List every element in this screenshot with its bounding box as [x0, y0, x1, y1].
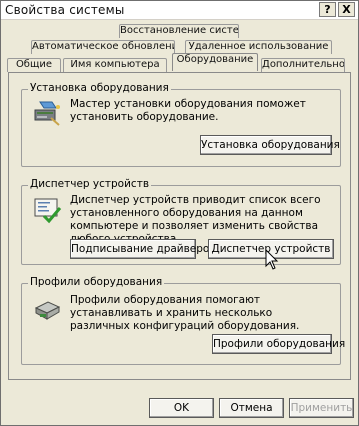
hardware-profiles-icon	[34, 301, 61, 320]
hardware-profiles-button[interactable]: Профили оборудования	[212, 334, 345, 354]
window-title: Свойства системы	[5, 3, 125, 17]
hardware-wizard-icon	[34, 101, 60, 126]
group-device-manager: Диспетчер устройств Диспетчер устройств …	[21, 178, 341, 265]
tab-remote[interactable]: Удаленное использование	[185, 40, 332, 54]
tab-automatic-updates[interactable]: Автоматическое обновление	[31, 40, 175, 54]
tab-computer-name[interactable]: Имя компьютера	[63, 58, 167, 72]
group-description: Мастер установки оборудования поможет ус…	[70, 98, 306, 123]
group-hardware-profiles: Профили оборудования Профили оборудовани…	[21, 276, 345, 365]
help-button[interactable]: ?	[319, 2, 336, 17]
group-title: Установка оборудования	[28, 82, 171, 94]
hardware-wizard-button[interactable]: Установка оборудования	[200, 135, 340, 155]
tab-hardware[interactable]: Оборудование	[172, 53, 258, 71]
group-title: Профили оборудования	[28, 276, 165, 288]
tab-row-1: Восстановление системы	[1, 24, 359, 38]
system-properties-dialog: Свойства системы ? X Восстановление сист…	[0, 0, 359, 426]
title-bar[interactable]: Свойства системы ? X	[1, 1, 358, 20]
group-title: Диспетчер устройств	[28, 178, 152, 190]
driver-signing-button[interactable]: Подписывание драйверов	[70, 239, 216, 259]
ok-button[interactable]: OK	[149, 398, 214, 418]
cancel-button[interactable]: Отмена	[219, 398, 284, 418]
close-button[interactable]: X	[338, 2, 355, 17]
tab-row-2: Автоматическое обновление Удаленное испо…	[1, 40, 359, 54]
apply-button[interactable]: Применить	[289, 398, 354, 418]
group-description: Профили оборудования помогают устанавлив…	[70, 294, 300, 332]
mouse-pointer-icon	[265, 249, 279, 270]
group-hardware-wizard: Установка оборудования Мастер установки …	[21, 82, 341, 167]
tab-row-3: Общие Имя компьютера Оборудование Дополн…	[1, 53, 359, 72]
hardware-tab-panel: Установка оборудования Мастер установки …	[8, 72, 351, 380]
device-manager-icon	[34, 198, 62, 224]
tab-advanced[interactable]: Дополнительно	[261, 58, 345, 72]
tab-system-restore[interactable]: Восстановление системы	[119, 24, 239, 38]
tab-general[interactable]: Общие	[7, 58, 61, 72]
